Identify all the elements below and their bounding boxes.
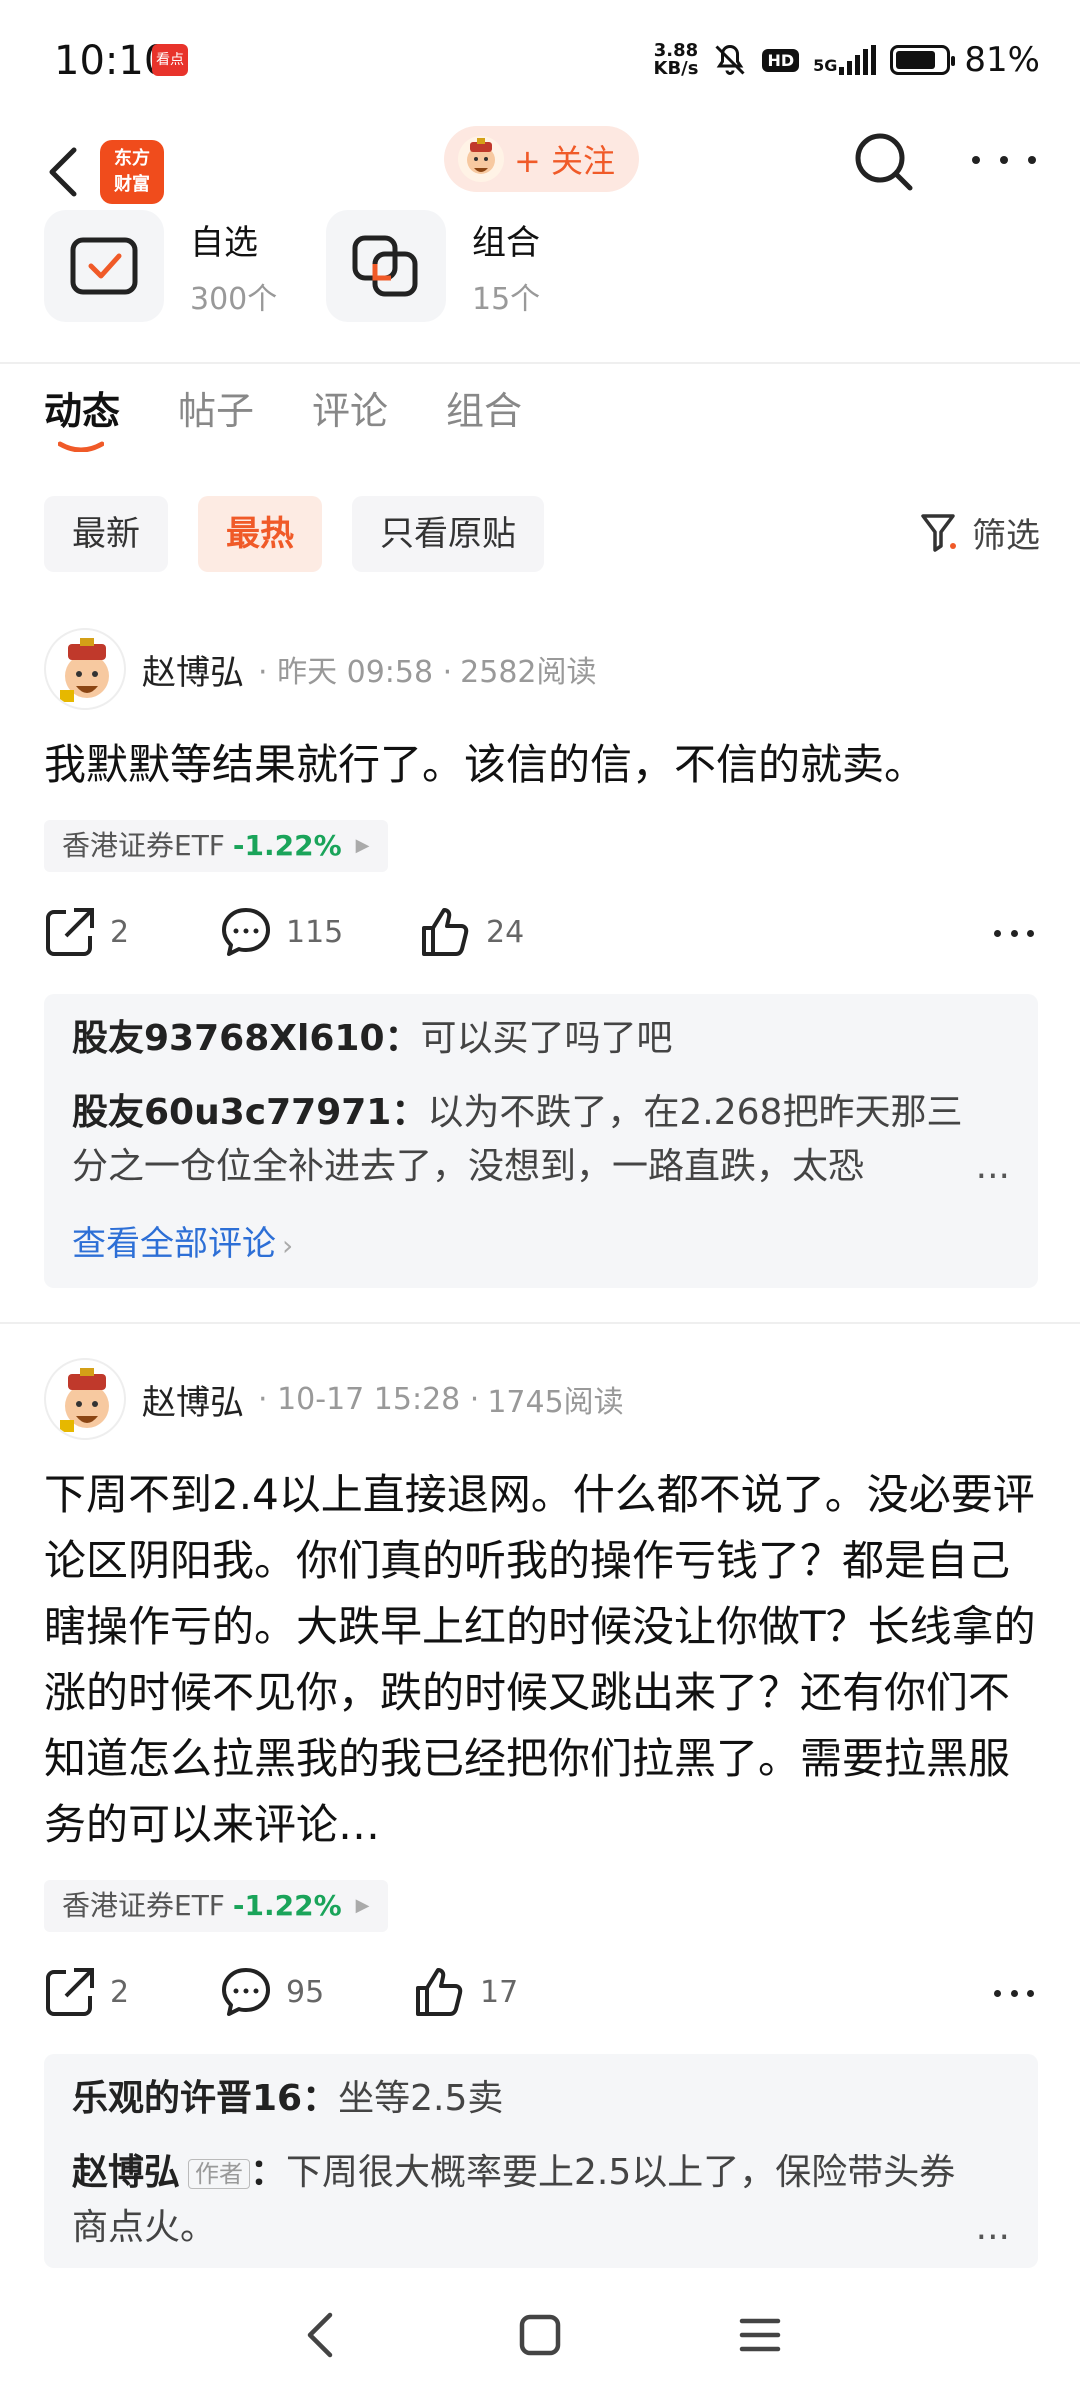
author-name[interactable]: 赵博弘 [142, 1375, 244, 1424]
app-logo: 东方 财富 [100, 140, 164, 204]
checkbox-icon [70, 237, 138, 295]
read-count: 1745阅读 [487, 1385, 624, 1420]
comment-icon [222, 1968, 270, 2016]
user-avatar [458, 136, 504, 182]
comment-button[interactable]: 115 [220, 906, 343, 958]
search-icon [855, 133, 913, 191]
mute-bell-icon [715, 44, 746, 75]
filter-latest[interactable]: 最新 [44, 496, 168, 572]
chevron-left-icon [307, 2312, 333, 2358]
chevron-right-icon: › [282, 1229, 294, 1262]
chevron-left-icon [49, 147, 77, 197]
share-button[interactable]: 2 [44, 1966, 129, 2018]
follow-label: + 关注 [514, 142, 615, 180]
tab-comments[interactable]: 评论 [312, 380, 388, 460]
author-badge: 作者 [188, 2159, 251, 2189]
divider [0, 1322, 1080, 1324]
nav-home-button[interactable] [505, 2300, 575, 2370]
post-actions: 2 95 17 [44, 1966, 1040, 2026]
comment-button[interactable]: 95 [220, 1966, 324, 2018]
triangle-right-icon: ▶ [355, 835, 370, 856]
network-speed: 3.88 KB/s [653, 40, 699, 79]
tab-posts[interactable]: 帖子 [178, 380, 254, 460]
post-actions: 2 115 24 [44, 906, 1040, 966]
divider [0, 362, 1080, 364]
post-header: 赵博弘 · 昨天 09:58 · 2582阅读 [44, 628, 597, 710]
content-tabs: 动态 帖子 评论 组合 [44, 380, 522, 460]
thumbs-up-icon [416, 1968, 463, 2016]
battery-icon [890, 45, 956, 75]
like-button[interactable]: 17 [414, 1966, 518, 2018]
profile-stats: 自选 300个 组合 15个 [44, 210, 1044, 330]
watchlist-count: 300个 [190, 281, 278, 317]
comments-preview[interactable]: 股友93768Xl610：可以买了吗了吧 股友60u3c77971：以为不跌了，… [44, 994, 1038, 1288]
portfolio-stat[interactable]: 组合 15个 [326, 210, 540, 322]
comment-ellipsis: ... [975, 1146, 1010, 1187]
square-icon [519, 2314, 561, 2356]
portfolio-count: 15个 [472, 281, 541, 317]
comment-icon [222, 908, 270, 956]
watchlist-stat[interactable]: 自选 300个 [44, 210, 277, 322]
more-options-button[interactable] [972, 140, 1036, 180]
post-header: 赵博弘 · 10-17 15:28 · 1745阅读 [44, 1358, 624, 1440]
post-more-button[interactable] [994, 930, 1034, 940]
filter-row: 最新 最热 只看原贴 筛选 [44, 496, 1040, 572]
watchlist-title: 自选 [190, 222, 258, 263]
portfolio-icon-box [326, 210, 446, 322]
post-text: 我默默等结果就行了。该信的信，不信的就卖。 [44, 740, 927, 789]
notification-app-icon: 看点 [152, 44, 188, 76]
read-count: 2582阅读 [460, 655, 597, 690]
stock-change: -1.22% [232, 829, 342, 862]
post-card[interactable]: 赵博弘 · 昨天 09:58 · 2582阅读 我默默等结果就行了。该信的信，不… [0, 628, 1080, 1288]
tab-portfolio[interactable]: 组合 [446, 380, 522, 460]
author-name[interactable]: 赵博弘 [142, 645, 244, 694]
hd-icon: HD [762, 48, 800, 72]
share-button[interactable]: 2 [44, 906, 129, 958]
stock-name: 香港证券ETF [62, 1889, 225, 1922]
menu-icon [739, 2318, 781, 2352]
author-avatar[interactable] [44, 628, 126, 710]
funnel-icon [921, 513, 956, 552]
search-button[interactable] [850, 128, 916, 194]
back-button[interactable] [36, 142, 96, 202]
nav-menu-button[interactable] [725, 2300, 795, 2370]
like-button[interactable]: 24 [420, 906, 524, 958]
portfolio-title: 组合 [472, 222, 540, 263]
comment-ellipsis: ... [975, 2207, 1010, 2248]
status-bar: 10:10 看点 3.88 KB/s HD 5G 81% [0, 0, 1080, 120]
cell-signal-icon: 5G [813, 45, 877, 75]
comment-item: 赵博弘 作者 ：下周很大概率要上2.5以上了，保险带头券商点火。 ... [72, 2146, 1010, 2255]
thumbs-up-icon [422, 908, 469, 956]
status-indicators: 3.88 KB/s HD 5G 81% [654, 40, 1040, 80]
follow-button[interactable]: + 关注 [444, 126, 639, 192]
share-icon [46, 908, 94, 956]
post-time: · 10-17 15:28 · [258, 1381, 480, 1417]
stock-change: -1.22% [232, 1889, 342, 1922]
see-all-comments-link[interactable]: 查看全部评论 › [72, 1214, 1010, 1294]
watchlist-icon-box [44, 210, 164, 322]
nav-back-button[interactable] [285, 2300, 355, 2370]
triangle-right-icon: ▶ [355, 1895, 370, 1916]
comment-item: 股友60u3c77971：以为不跌了，在2.268把昨天那三分之一仓位全补进去了… [72, 1086, 1010, 1194]
filter-original-only[interactable]: 只看原贴 [352, 496, 544, 572]
share-icon [46, 1968, 94, 2016]
system-nav-bar [0, 2270, 1080, 2400]
comment-item: 乐观的许晋16：坐等2.5卖 [72, 2078, 504, 2119]
stock-name: 香港证券ETF [62, 829, 225, 862]
post-card[interactable]: 赵博弘 · 10-17 15:28 · 1745阅读 下周不到2.4以上直接退网… [0, 1358, 1080, 2268]
post-text: 下周不到2.4以上直接退网。什么都不说了。没必要评论区阴阳我。你们真的听我的操作… [44, 1470, 1036, 1849]
battery-percent: 81% [964, 40, 1040, 80]
author-avatar[interactable] [44, 1358, 126, 1440]
filter-hottest[interactable]: 最热 [198, 496, 322, 572]
layers-icon [352, 235, 418, 297]
filter-button[interactable]: 筛选 [920, 508, 1040, 557]
post-more-button[interactable] [994, 1990, 1034, 2000]
tab-underline [58, 441, 104, 452]
stock-tag[interactable]: 香港证券ETF -1.22% ▶ [44, 1880, 388, 1932]
comment-item: 股友93768Xl610：可以买了吗了吧 [72, 1018, 673, 1059]
stock-tag[interactable]: 香港证券ETF -1.22% ▶ [44, 820, 388, 872]
comments-preview[interactable]: 乐观的许晋16：坐等2.5卖 赵博弘 作者 ：下周很大概率要上2.5以上了，保险带头… [44, 2054, 1038, 2268]
post-time: · 昨天 09:58 · [258, 655, 453, 690]
tab-dynamics[interactable]: 动态 [44, 380, 120, 460]
